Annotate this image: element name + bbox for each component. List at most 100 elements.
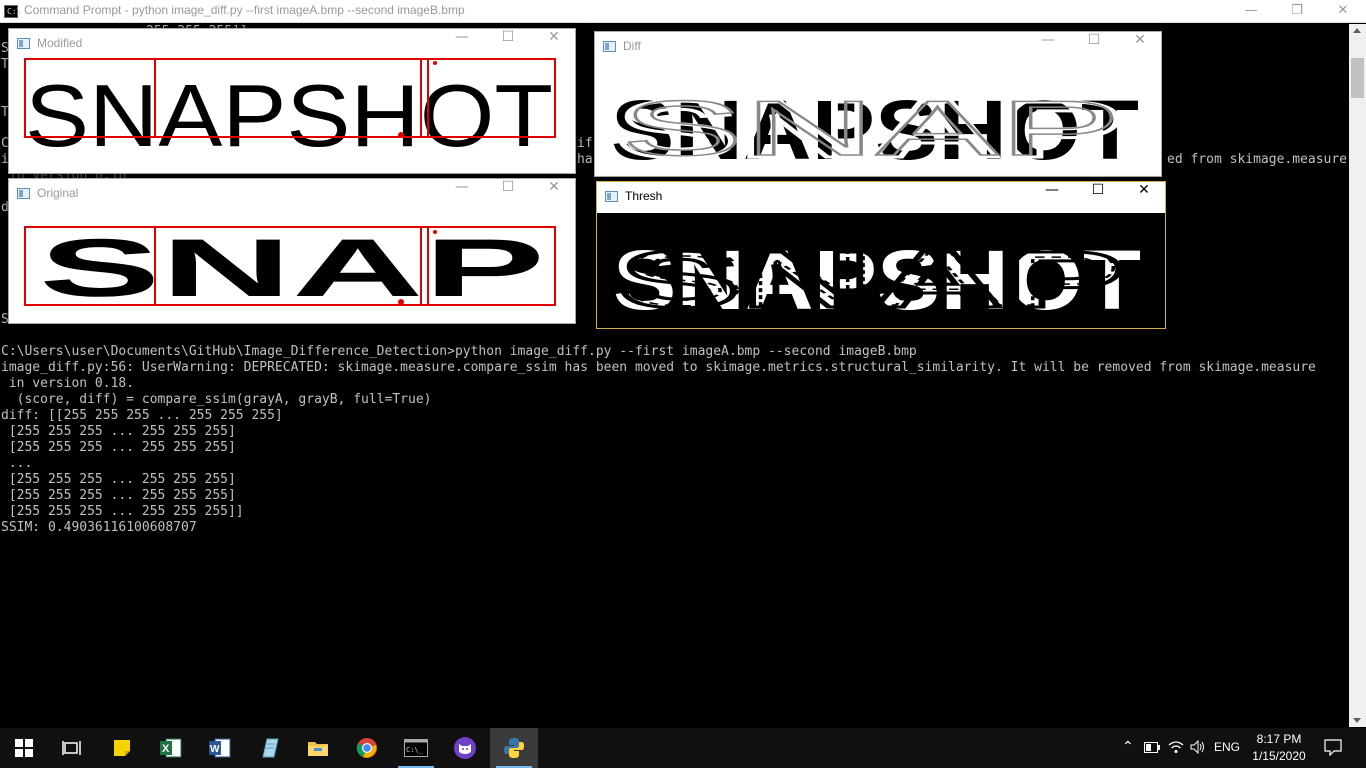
original-image-text: SNAP [39,223,545,314]
console-peek-text: ed from skimage.measure [1167,152,1347,167]
clock-date: 1/15/2020 [1252,749,1306,763]
battery-icon[interactable] [1144,742,1160,753]
taskbar-command-prompt[interactable]: C:\_ [392,728,440,768]
diff-window[interactable]: Diff — ☐ ✕ SNAPSHOT SNAP SNAP [594,31,1162,177]
difference-dot [398,299,404,305]
diff-image: SNAPSHOT SNAP SNAP [595,61,1161,176]
excel-icon: X [160,738,182,758]
modified-image-text: SNAPSHOT [25,66,553,165]
taskbar-github-desktop[interactable] [441,728,489,768]
maximize-button[interactable]: ☐ [1071,32,1117,60]
maximize-button[interactable]: ☐ [1075,182,1121,210]
console-line: (score, diff) = compare_ssim(grayA, gray… [1,392,432,407]
taskbar-chrome[interactable] [343,728,391,768]
thresh-window[interactable]: Thresh — ☐ ✕ SNAPSHOT SNAP SNAP [596,181,1166,329]
original-window-title: Original [37,186,79,200]
taskbar-python[interactable] [490,728,538,768]
command-prompt-icon: C:\ [4,5,21,18]
github-cat-icon [454,737,476,759]
modified-image: SNAPSHOT [9,58,575,173]
taskbar: X W C:\_ ⌃ ENG 8:17 PM 1/15/2020 [0,728,1366,768]
console-title-bar[interactable]: C:\ Command Prompt - python image_diff.p… [0,0,1366,23]
svg-text:W: W [210,744,220,755]
taskbar-file-explorer[interactable] [294,728,342,768]
close-button[interactable]: ✕ [1117,32,1163,60]
window-app-icon [605,191,618,202]
console-line: C:\Users\user\Documents\GitHub\Image_Dif… [1,344,917,359]
task-view-button[interactable] [48,728,96,768]
console-line: image_diff.py:56: UserWarning: DEPRECATE… [1,360,1316,375]
word-icon: W [209,738,231,758]
console-line: diff: [[255 255 255 ... 255 255 255] [1,408,283,423]
taskbar-word[interactable]: W [196,728,244,768]
thresh-image: SNAPSHOT SNAP SNAP [597,213,1165,328]
console-close-button[interactable]: ✕ [1320,0,1366,23]
original-title-bar[interactable]: Original — ☐ ✕ [9,179,575,207]
window-app-icon [17,38,30,49]
taskbar-notepad[interactable] [245,728,293,768]
notepad-icon [262,738,279,758]
console-scrollbar[interactable] [1349,24,1366,727]
console-line: [255 255 255 ... 255 255 255]] [1,504,244,519]
console-window-title: Command Prompt - python image_diff.py --… [24,3,465,17]
task-view-icon [62,741,81,755]
original-window[interactable]: Original — ☐ ✕ SNAP [8,178,576,324]
window-app-icon [603,41,616,52]
difference-dot [398,132,404,138]
clock[interactable]: 8:17 PM 1/15/2020 [1244,731,1314,765]
scroll-up-icon[interactable] [1353,28,1361,33]
diff-window-title: Diff [623,39,641,53]
minimize-button[interactable]: — [439,29,485,57]
scroll-down-icon[interactable] [1353,718,1361,723]
minimize-button[interactable]: — [1029,182,1075,210]
svg-text:C:\_: C:\_ [406,746,424,754]
thresh-layer-c: SNAP [623,234,1123,322]
console-maximize-button[interactable]: ❐ [1274,0,1320,23]
scroll-thumb[interactable] [1351,58,1364,98]
system-tray: ⌃ ENG 8:17 PM 1/15/2020 [1116,728,1366,768]
svg-text:X: X [162,743,170,755]
chevron-up-icon[interactable]: ⌃ [1122,739,1134,755]
python-icon [504,738,524,758]
diff-title-bar[interactable]: Diff — ☐ ✕ [595,32,1161,60]
taskbar-sticky-notes[interactable] [98,728,146,768]
console-line: in version 0.18. [1,376,135,391]
console-line: [255 255 255 ... 255 255 255] [1,424,236,439]
maximize-button[interactable]: ☐ [485,179,531,207]
chrome-icon [356,738,377,758]
original-image: SNAP [9,208,575,323]
thresh-window-title: Thresh [625,189,663,203]
window-app-icon [17,188,30,199]
clock-time: 8:17 PM [1256,732,1302,746]
modified-title-bar[interactable]: Modified — ☐ ✕ [9,29,575,57]
terminal-icon: C:\_ [404,739,428,757]
close-button[interactable]: ✕ [531,29,577,57]
sticky-notes-icon [114,740,130,756]
console-line: ... [1,456,33,471]
modified-window-title: Modified [37,36,83,50]
taskbar-excel[interactable]: X [147,728,195,768]
modified-window[interactable]: Modified — ☐ ✕ SNAPSHOT [8,28,576,174]
close-button[interactable]: ✕ [1121,182,1167,210]
start-button[interactable] [0,728,48,768]
console-line: SSIM: 0.49036116100608707 [1,520,197,535]
notification-icon[interactable] [1324,739,1342,756]
console-line: [255 255 255 ... 255 255 255] [1,488,236,503]
console-minimize-button[interactable]: — [1228,0,1274,23]
diff-layer-c: SNAP [621,84,1121,172]
console-peek-text: ha [577,152,593,167]
windows-start-icon [15,739,33,757]
minimize-button[interactable]: — [439,179,485,207]
wifi-icon[interactable] [1168,740,1184,754]
folder-icon [308,742,328,756]
language-indicator[interactable]: ENG [1214,740,1240,754]
difference-dot [433,61,437,65]
minimize-button[interactable]: — [1025,32,1071,60]
maximize-button[interactable]: ☐ [485,29,531,57]
thresh-title-bar[interactable]: Thresh — ☐ ✕ [597,182,1165,210]
volume-icon[interactable] [1190,740,1206,754]
console-line: [255 255 255 ... 255 255 255] [1,472,236,487]
difference-dot [433,230,437,234]
close-button[interactable]: ✕ [531,179,577,207]
console-line: [255 255 255 ... 255 255 255] [1,440,236,455]
